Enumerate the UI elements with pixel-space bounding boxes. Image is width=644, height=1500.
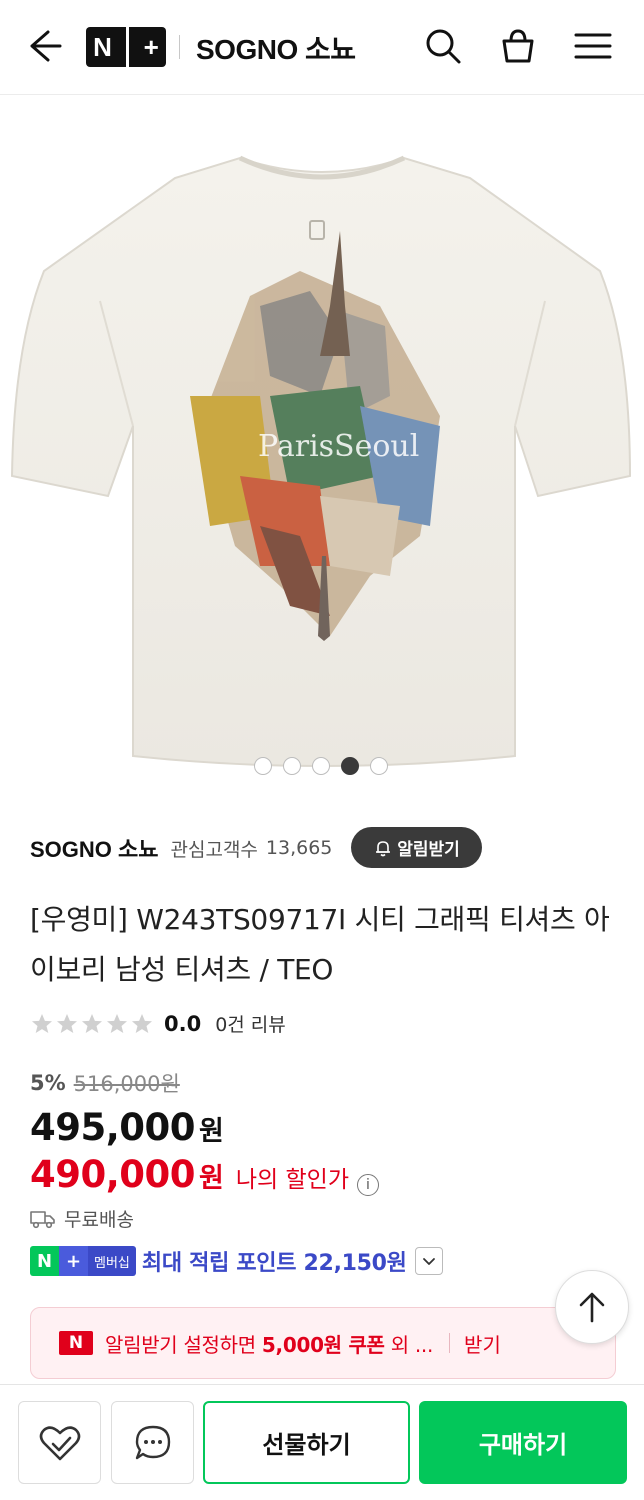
empty-stars-icon: [32, 1013, 152, 1033]
favorite-customers-count: 13,665: [265, 837, 333, 859]
shipping-row: 무료배송: [30, 1205, 134, 1232]
naver-plus-logo[interactable]: N +: [86, 27, 166, 67]
subscribe-alarm-button[interactable]: 알림받기: [351, 827, 482, 868]
tshirt-illustration: ParisSeoul: [10, 155, 632, 767]
wishlist-button[interactable]: [18, 1401, 101, 1484]
store-name[interactable]: SOGNO 소뇨: [30, 832, 159, 864]
scroll-to-top-button[interactable]: [555, 1270, 629, 1344]
membership-badge-label: 멤버십: [88, 1246, 136, 1276]
menu-icon[interactable]: [573, 26, 613, 66]
bottom-action-bar: 선물하기 구매하기: [0, 1384, 644, 1500]
sale-price: 495,000: [30, 1106, 196, 1149]
svg-text:ParisSeoul: ParisSeoul: [258, 429, 419, 464]
bell-plus-icon: [376, 840, 391, 856]
carousel-dot[interactable]: [312, 757, 330, 775]
product-title: [우영미] W243TS09717I 시티 그래픽 티셔츠 아이보리 남성 티셔…: [30, 903, 610, 986]
carousel-dot[interactable]: [370, 757, 388, 775]
info-icon[interactable]: i: [357, 1174, 379, 1196]
search-icon[interactable]: [423, 26, 463, 66]
truck-icon: [30, 1210, 55, 1228]
carousel-dot[interactable]: [283, 757, 301, 775]
coupon-banner[interactable]: N 알림받기 설정하면 5,000원 쿠폰 외 ... 받기: [30, 1307, 616, 1379]
max-points-text: 최대 적립 포인트 22,150원: [141, 1251, 407, 1276]
carousel-dot-active[interactable]: [341, 757, 359, 775]
nplus-n: N: [93, 31, 112, 62]
membership-badge-plus: +: [59, 1246, 88, 1276]
top-header: N + SOGNO 소뇨: [0, 0, 644, 95]
naver-n-badge: N: [59, 1331, 93, 1355]
membership-badge-n: N: [30, 1246, 59, 1276]
chat-bubble-icon: [135, 1425, 170, 1459]
coupon-divider: [449, 1333, 451, 1353]
nplus-plus: +: [143, 31, 159, 62]
product-image[interactable]: ParisSeoul: [0, 96, 644, 796]
chevron-down-icon: [422, 1258, 435, 1265]
discount-row: 5% 516,000원: [30, 1068, 180, 1098]
talk-button[interactable]: [111, 1401, 194, 1484]
star-rating: [30, 1012, 156, 1036]
back-arrow-icon[interactable]: [24, 26, 64, 66]
favorite-customers-label: 관심고객수: [170, 838, 258, 861]
arrow-up-icon: [579, 1292, 605, 1323]
heart-check-icon: [39, 1425, 80, 1460]
carousel-indicators: [254, 757, 388, 775]
my-price-row: 490,000 원 나의 할인가 i: [30, 1153, 379, 1196]
buy-button[interactable]: 구매하기: [419, 1401, 627, 1484]
naver-plus-membership-badge: N + 멤버십: [30, 1246, 136, 1276]
original-price: 516,000원: [73, 1072, 180, 1096]
shipping-text: 무료배송: [64, 1209, 134, 1231]
membership-row[interactable]: N + 멤버십 최대 적립 포인트 22,150원: [30, 1245, 443, 1277]
carousel-dot[interactable]: [254, 757, 272, 775]
coupon-get-button[interactable]: 받기: [464, 1329, 501, 1358]
review-count: 0건 리뷰: [215, 1014, 286, 1036]
nplus-divider: [126, 27, 130, 67]
coupon-text: 알림받기 설정하면 5,000원 쿠폰 외 ...: [105, 1332, 434, 1357]
rating-score: 0.0: [164, 1011, 202, 1036]
sale-price-unit: 원: [199, 1116, 224, 1147]
subscribe-alarm-label: 알림받기: [397, 840, 460, 860]
gift-button[interactable]: 선물하기: [203, 1401, 410, 1484]
header-separator: [179, 35, 180, 59]
sale-price-row: 495,000 원: [30, 1106, 224, 1149]
discount-rate: 5%: [30, 1071, 66, 1095]
store-title[interactable]: SOGNO 소뇨: [196, 28, 356, 68]
store-info-row: SOGNO 소뇨 관심고객수 13,665: [30, 832, 332, 864]
expand-points-button[interactable]: [414, 1247, 443, 1275]
rating-row[interactable]: 0.0 0건 리뷰: [30, 1010, 286, 1037]
my-discount-price-unit: 원: [199, 1163, 224, 1194]
my-discount-price: 490,000: [30, 1153, 196, 1196]
shopping-bag-icon[interactable]: [498, 26, 538, 66]
my-discount-label: 나의 할인가: [235, 1167, 349, 1193]
